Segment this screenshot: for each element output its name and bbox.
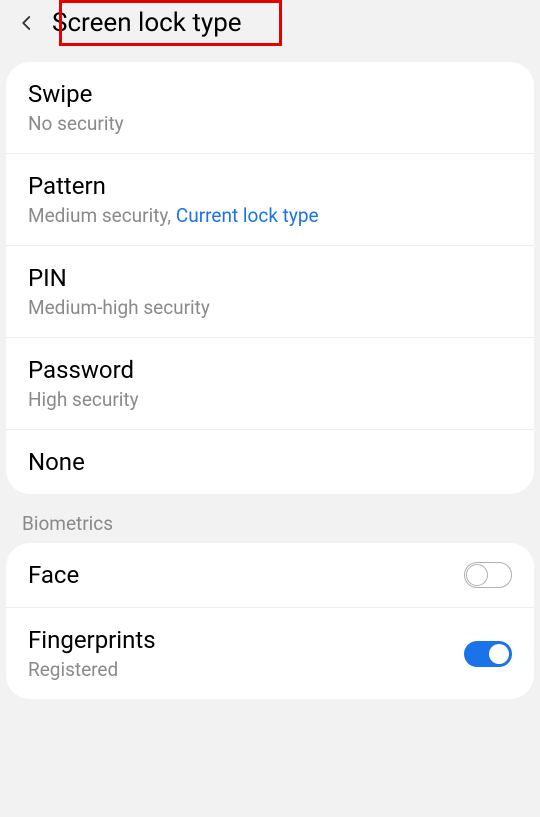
item-subtitle: No security — [28, 112, 512, 135]
item-text: Fingerprints Registered — [28, 626, 464, 681]
biometrics-section-header: Biometrics — [0, 494, 540, 543]
lock-type-pattern[interactable]: Pattern Medium security, Current lock ty… — [6, 154, 534, 246]
biometrics-card: Face Fingerprints Registered — [6, 543, 534, 699]
face-toggle[interactable] — [464, 562, 512, 588]
lock-type-pin[interactable]: PIN Medium-high security — [6, 246, 534, 338]
item-text: Face — [28, 561, 464, 589]
item-title: Face — [28, 561, 464, 589]
biometric-face[interactable]: Face — [6, 543, 534, 608]
item-title: Password — [28, 356, 512, 384]
item-title: None — [28, 448, 512, 476]
page-title: Screen lock type — [52, 8, 242, 38]
item-subtitle: Medium-high security — [28, 296, 512, 319]
back-icon[interactable] — [8, 4, 46, 42]
lock-type-swipe[interactable]: Swipe No security — [6, 62, 534, 154]
lock-type-none[interactable]: None — [6, 430, 534, 494]
subtitle-prefix: Medium security, — [28, 204, 176, 227]
biometric-fingerprints[interactable]: Fingerprints Registered — [6, 608, 534, 699]
item-title: PIN — [28, 264, 512, 292]
header-bar: Screen lock type — [0, 0, 540, 52]
item-subtitle: Medium security, Current lock type — [28, 204, 512, 227]
fingerprints-toggle[interactable] — [464, 641, 512, 667]
item-title: Swipe — [28, 80, 512, 108]
item-title: Pattern — [28, 172, 512, 200]
lock-type-password[interactable]: Password High security — [6, 338, 534, 430]
lock-types-card: Swipe No security Pattern Medium securit… — [6, 62, 534, 494]
current-lock-label: Current lock type — [176, 204, 319, 227]
item-subtitle: Registered — [28, 658, 464, 681]
item-title: Fingerprints — [28, 626, 464, 654]
item-subtitle: High security — [28, 388, 512, 411]
